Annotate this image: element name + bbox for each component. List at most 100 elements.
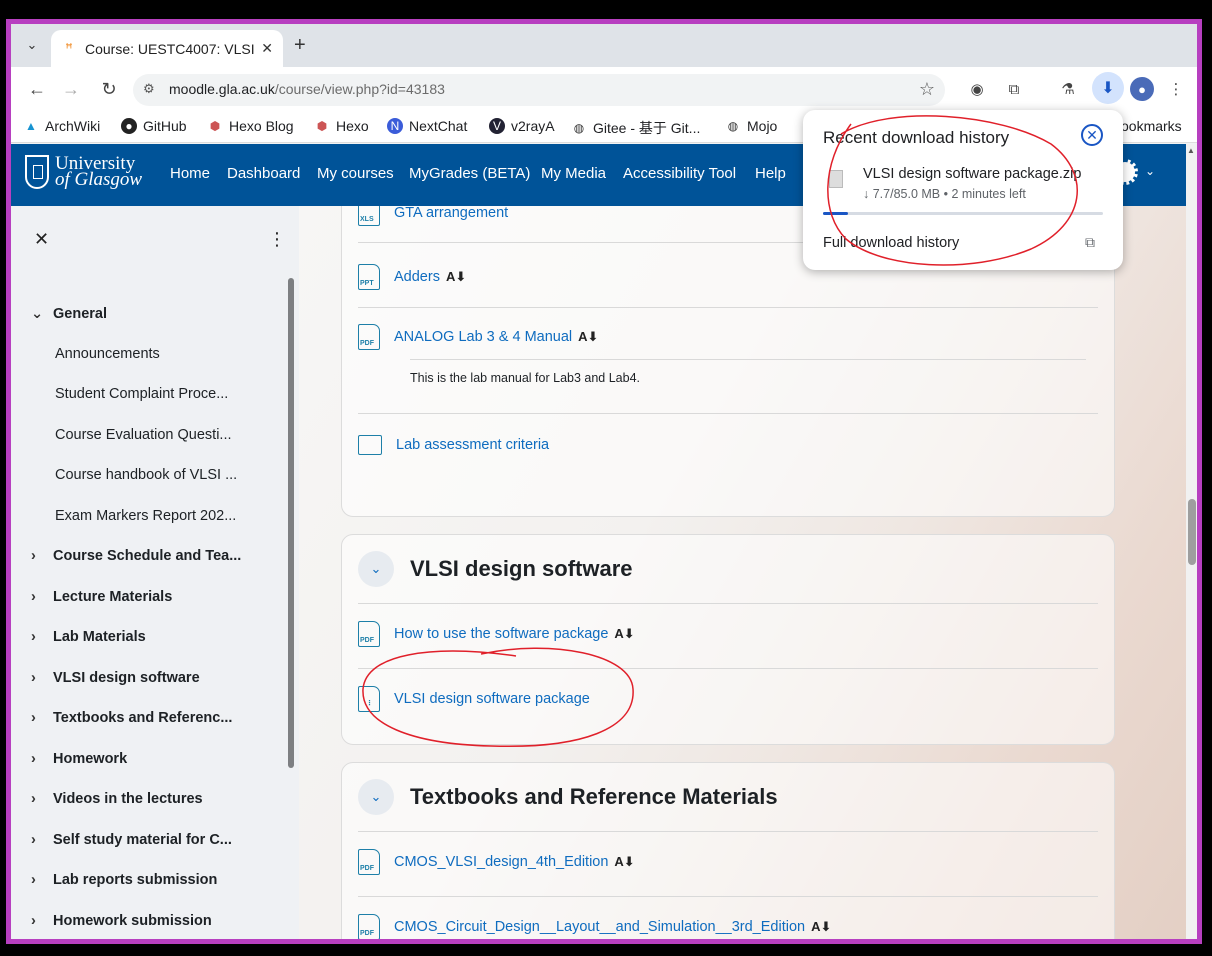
activity-lab-assessment-criteria[interactable]: Lab assessment criteria: [358, 435, 549, 455]
chevron-right-icon[interactable]: ›: [31, 791, 53, 807]
nav-my-media[interactable]: My Media: [541, 165, 606, 182]
full-download-history-link[interactable]: Full download history: [823, 235, 959, 251]
scrollbar-thumb[interactable]: [1188, 499, 1196, 565]
drawer-item[interactable]: › Self study material for C...: [31, 832, 271, 848]
drawer-item[interactable]: Course handbook of VLSI ...: [55, 467, 295, 483]
all-bookmarks-button[interactable]: ookmarks: [1121, 118, 1182, 134]
activity-link[interactable]: VLSI design software package: [394, 691, 590, 707]
chevron-right-icon[interactable]: ›: [31, 710, 53, 726]
reload-icon[interactable]: ↻: [97, 77, 121, 101]
drawer-item[interactable]: › Lecture Materials: [31, 589, 271, 605]
activity-vlsi-software-package[interactable]: ⋮ VLSI design software package: [358, 686, 590, 712]
activity-link[interactable]: GTA arrangement: [394, 206, 508, 221]
drawer-item[interactable]: Exam Markers Report 202...: [55, 508, 295, 524]
drawer-item[interactable]: ⌄ General: [31, 306, 271, 322]
drawer-options-icon[interactable]: ⋮: [268, 229, 286, 250]
drawer-item[interactable]: › Videos in the lectures: [31, 791, 271, 807]
activity-cmos-circuit-design[interactable]: PDF CMOS_Circuit_Design__Layout__and_Sim…: [358, 914, 831, 939]
bookmark-star-icon[interactable]: ☆: [919, 79, 935, 100]
bookmark-v2raya[interactable]: Vv2rayA: [489, 118, 555, 134]
drawer-item[interactable]: Student Complaint Proce...: [55, 386, 295, 402]
nav-my-courses[interactable]: My courses: [317, 165, 394, 182]
tab-search-icon[interactable]: ⌄: [21, 34, 43, 56]
close-popup-icon[interactable]: ✕: [1081, 124, 1103, 146]
chevron-right-icon[interactable]: ›: [31, 872, 53, 888]
activity-link[interactable]: CMOS_VLSI_design_4th_Edition: [394, 854, 608, 870]
pdf-file-icon: PDF: [358, 849, 380, 875]
nav-dashboard[interactable]: Dashboard: [227, 165, 300, 182]
divider: [358, 603, 1098, 604]
drawer-item[interactable]: › Course Schedule and Tea...: [31, 548, 271, 564]
accessibility-download-icon[interactable]: A⬇: [614, 854, 634, 870]
drawer-item[interactable]: › Textbooks and Referenc...: [31, 710, 271, 726]
forward-icon[interactable]: →: [59, 77, 83, 101]
nav-home[interactable]: Home: [170, 165, 210, 182]
nav-help[interactable]: Help: [755, 165, 786, 182]
extensions-icon[interactable]: ⧉: [1003, 78, 1025, 100]
accessibility-download-icon[interactable]: A⬇: [446, 269, 466, 285]
collapse-chevron-icon[interactable]: ⌄: [358, 779, 394, 815]
downloads-icon[interactable]: ⬇: [1092, 72, 1124, 104]
back-icon[interactable]: ←: [25, 77, 49, 101]
chevron-right-icon[interactable]: ›: [31, 751, 53, 767]
page-scrollbar[interactable]: ▲ ▼: [1186, 144, 1197, 939]
chevron-right-icon[interactable]: ›: [31, 832, 53, 848]
activity-adders[interactable]: PPT Adders A⬇: [358, 264, 466, 290]
accessibility-download-icon[interactable]: A⬇: [614, 626, 634, 642]
tab-close-icon[interactable]: ✕: [261, 40, 273, 57]
drawer-item[interactable]: › VLSI design software: [31, 670, 271, 686]
university-logo[interactable]: University of Glasgow: [25, 154, 142, 189]
bookmark-nextchat[interactable]: N NextChat: [387, 118, 467, 134]
activity-link[interactable]: CMOS_Circuit_Design__Layout__and_Simulat…: [394, 919, 805, 935]
address-bar[interactable]: ⚙ moodle.gla.ac.uk/course/view.php?id=43…: [133, 74, 945, 106]
drawer-item[interactable]: › Homework submission: [31, 913, 271, 929]
bookmark-archwiki[interactable]: ▲ ArchWiki: [23, 118, 100, 134]
bookmark-hexo-blog[interactable]: ⬢ Hexo Blog: [207, 118, 294, 134]
close-drawer-icon[interactable]: ✕: [34, 229, 49, 250]
activity-link[interactable]: Adders: [394, 269, 440, 285]
activity-gta-arrangement[interactable]: XLS GTA arrangement: [358, 206, 508, 226]
url-text[interactable]: moodle.gla.ac.uk/course/view.php?id=4318…: [169, 81, 445, 97]
drawer-item[interactable]: Course Evaluation Questi...: [55, 427, 295, 443]
tab-course[interactable]: ꟸ Course: UESTC4007: VLSI ✕: [51, 30, 283, 67]
scroll-down-icon[interactable]: ▼: [1187, 938, 1195, 939]
nav-mygrades[interactable]: MyGrades (BETA): [409, 165, 530, 182]
bookmark-label: GitHub: [143, 118, 187, 134]
chevron-right-icon[interactable]: ›: [31, 670, 53, 686]
activity-how-to-use-software[interactable]: PDF How to use the software package A⬇: [358, 621, 635, 647]
activity-link[interactable]: Lab assessment criteria: [396, 437, 549, 453]
labs-flask-icon[interactable]: ⚗: [1057, 78, 1079, 100]
accessibility-download-icon[interactable]: A⬇: [811, 919, 831, 935]
bookmark-hexo[interactable]: ⬢ Hexo: [314, 118, 369, 134]
drawer-item[interactable]: › Lab Materials: [31, 629, 271, 645]
drawer-item[interactable]: › Lab reports submission: [31, 872, 271, 888]
profile-avatar-icon[interactable]: ●: [1130, 77, 1154, 101]
chevron-right-icon[interactable]: ›: [31, 589, 53, 605]
bookmark-mojo[interactable]: ◍ Mojo: [725, 118, 778, 134]
chevron-right-icon[interactable]: ›: [31, 913, 53, 929]
section-title: Textbooks and Reference Materials: [410, 784, 778, 809]
chevron-down-icon[interactable]: ⌄: [31, 306, 53, 322]
activity-analog-lab-manual[interactable]: PDF ANALOG Lab 3 & 4 Manual A⬇: [358, 324, 598, 350]
drawer-item[interactable]: Announcements: [55, 346, 295, 362]
activity-cmos-vlsi-design[interactable]: PDF CMOS_VLSI_design_4th_Edition A⬇: [358, 849, 635, 875]
drawer-item[interactable]: › Homework: [31, 751, 271, 767]
open-external-icon[interactable]: ⧉: [1085, 234, 1095, 251]
scroll-up-icon[interactable]: ▲: [1187, 146, 1195, 155]
activity-link[interactable]: How to use the software package: [394, 626, 608, 642]
new-tab-button[interactable]: +: [294, 34, 306, 57]
bookmark-github[interactable]: ● GitHub: [121, 118, 187, 134]
chevron-right-icon[interactable]: ›: [31, 629, 53, 645]
bookmark-gitee[interactable]: ◍ Gitee - 基于 Git...: [571, 118, 701, 138]
accessibility-download-icon[interactable]: A⬇: [578, 329, 598, 345]
drawer-item-label: Homework: [53, 751, 128, 767]
collapse-chevron-icon[interactable]: ⌄: [358, 551, 394, 587]
site-info-icon[interactable]: ⚙: [143, 81, 161, 99]
nav-accessibility-tool[interactable]: Accessibility Tool: [623, 165, 736, 182]
user-menu-chevron-icon[interactable]: ⌄: [1145, 164, 1155, 178]
chevron-right-icon[interactable]: ›: [31, 548, 53, 564]
activity-link[interactable]: ANALOG Lab 3 & 4 Manual: [394, 329, 572, 345]
download-file-name[interactable]: VLSI design software package.zip: [863, 166, 1081, 182]
incognito-icon[interactable]: ◉: [966, 78, 988, 100]
menu-kebab-icon[interactable]: ⋮: [1165, 78, 1187, 100]
